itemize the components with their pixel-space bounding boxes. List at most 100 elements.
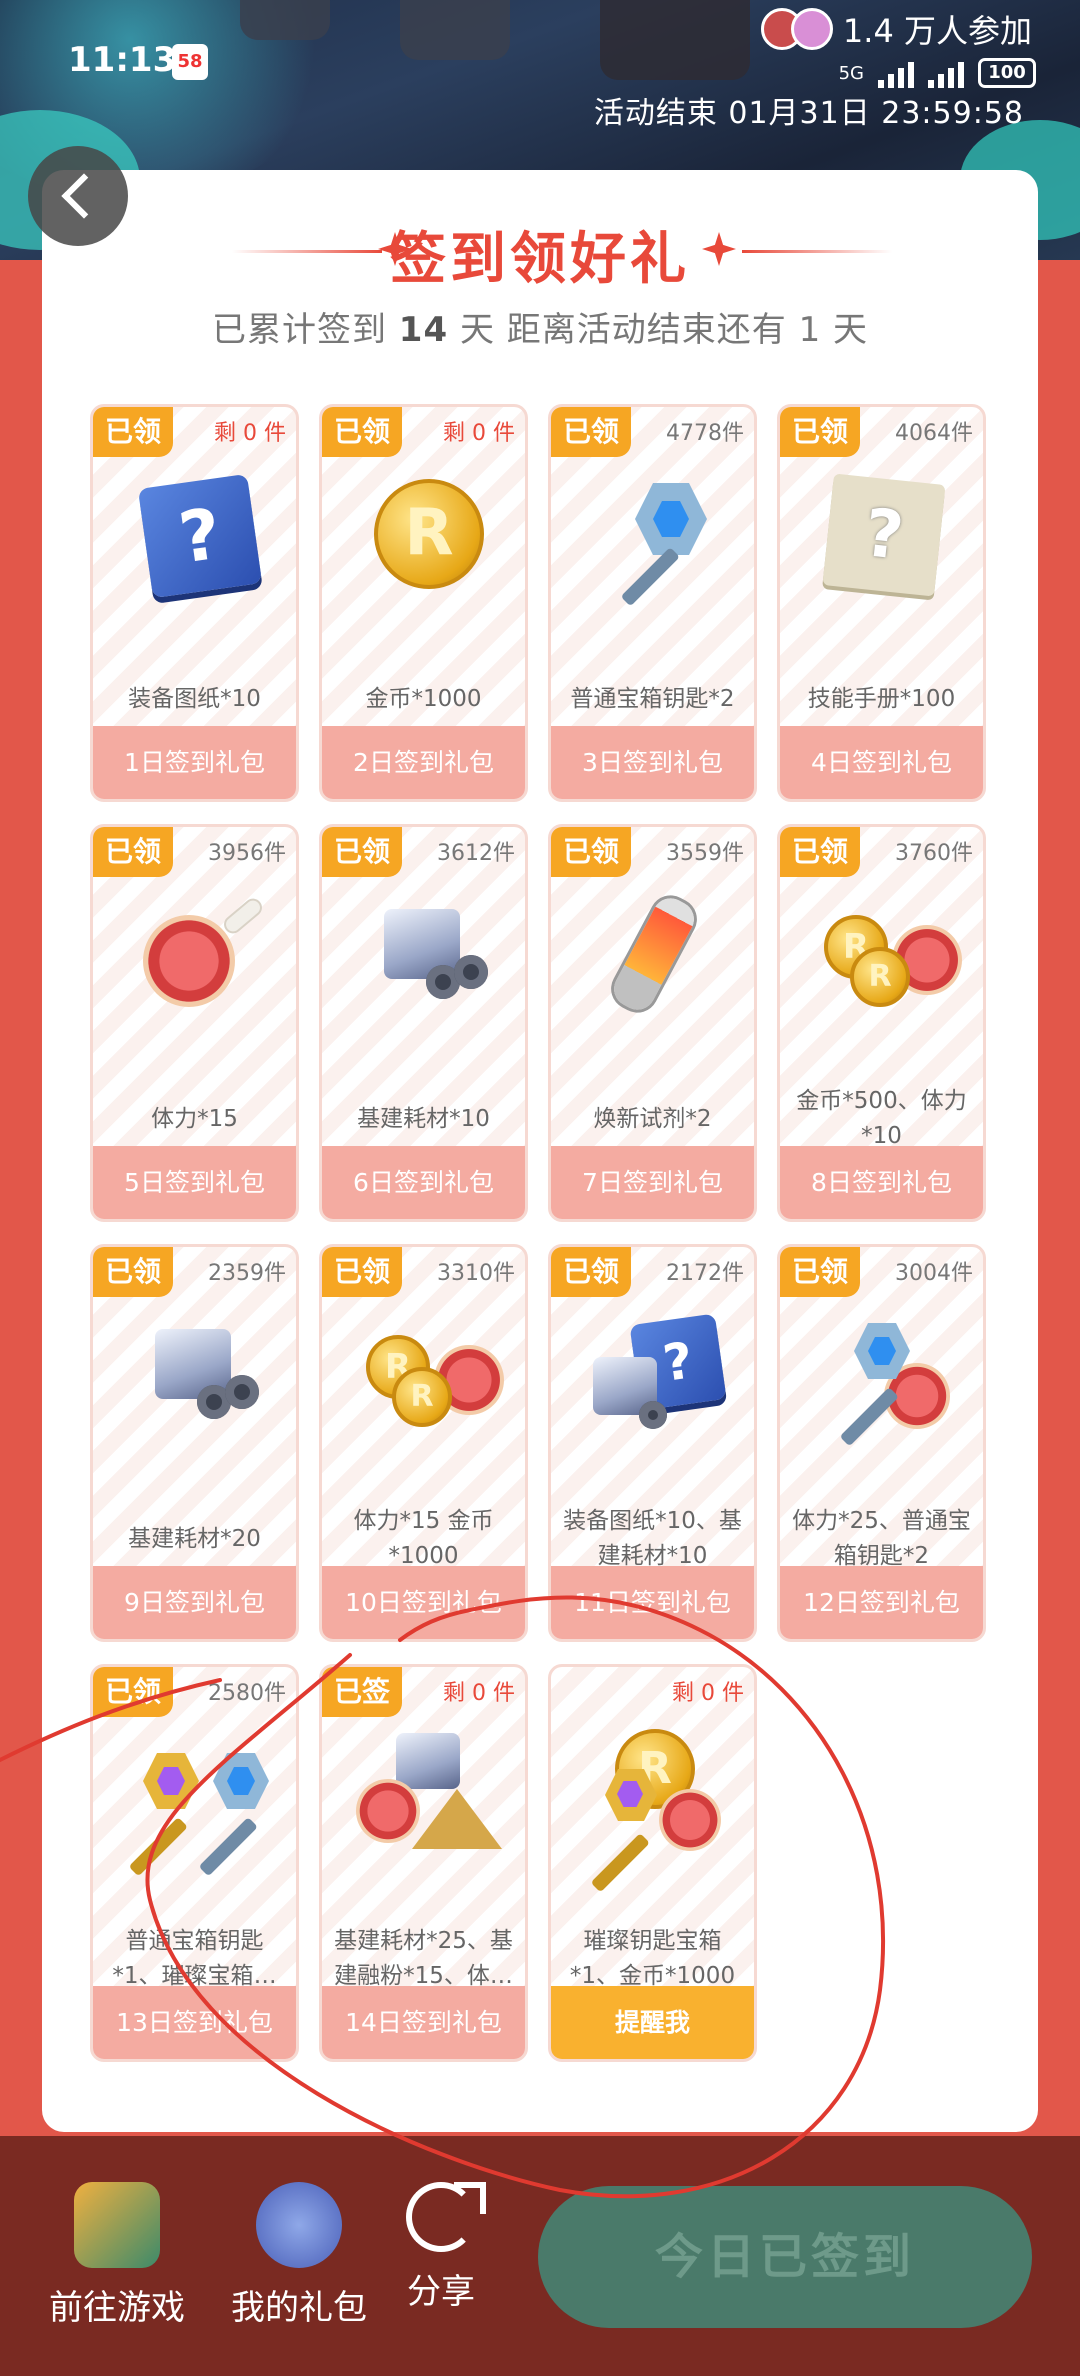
- avatar: [790, 8, 833, 50]
- reward-icon-area: RR: [356, 1309, 504, 1439]
- reward-tile[interactable]: 已领 3612件 基建耗材*10 6日签到礼包: [319, 824, 528, 1222]
- claim-status-badge: 已领: [322, 827, 402, 877]
- days-left-count: 1: [798, 310, 822, 350]
- gift-pack-label: 8日签到礼包: [780, 1146, 983, 1219]
- game-icon: [74, 2182, 160, 2268]
- page-title: 签到领好礼: [390, 227, 690, 292]
- claim-status-badge: 已领: [93, 1667, 173, 1717]
- participant-avatars: [760, 8, 833, 50]
- reward-icon-area: ?: [814, 469, 954, 599]
- stock-count: 3956件: [208, 841, 286, 866]
- claim-status-badge: 已领: [780, 407, 860, 457]
- my-gifts-button[interactable]: 我的礼包: [214, 2182, 384, 2329]
- stock-count: 2580件: [208, 1681, 286, 1706]
- gift-pack-label: 3日签到礼包: [551, 726, 754, 799]
- claim-status-badge: 已签: [322, 1667, 402, 1717]
- blueprint-icon: ?: [137, 473, 263, 599]
- claim-status-badge: 已领: [551, 827, 631, 877]
- gift-pack-label: 13日签到礼包: [93, 1986, 296, 2059]
- bottom-action-bar: 前往游戏 我的礼包 分享 今日已签到: [0, 2136, 1080, 2376]
- gold-coin-icon: R: [374, 479, 484, 589]
- battery-icon: 100: [978, 58, 1036, 88]
- character-art: [600, 0, 750, 80]
- stock-count: 4064件: [895, 421, 973, 446]
- event-end-countdown: 活动结束 01月31日 23:59:58: [593, 96, 1024, 131]
- reward-icon-area: [585, 889, 725, 1019]
- stock-count: 剩 0 件: [672, 1681, 744, 1706]
- reward-icon-area: ?: [127, 469, 267, 599]
- signal-icon: [928, 58, 964, 88]
- reward-tile[interactable]: 已领 3559件 焕新试剂*2 7日签到礼包: [548, 824, 757, 1222]
- checkin-card: 签到领好礼 已累计签到 14 天 距离活动结束还有 1 天 已领剩 0 件? 装备…: [42, 170, 1038, 2132]
- participants-text: 1.4 万人参加: [842, 12, 1032, 50]
- participants-count: 1.4 万人参加: [760, 6, 1032, 52]
- back-button[interactable]: [28, 146, 128, 246]
- stock-count: 3559件: [666, 841, 744, 866]
- gift-pack-label: 10日签到礼包: [322, 1566, 525, 1639]
- share-button[interactable]: 分享: [398, 2182, 486, 2313]
- character-art: [240, 0, 330, 40]
- reward-icon-area: [127, 1729, 269, 1877]
- reward-tile[interactable]: 已领 3310件 R R 体力*15 金币*1000 10日签到礼包: [319, 1244, 528, 1642]
- gift-pack-label: 4日签到礼包: [780, 726, 983, 799]
- claim-status-badge: 已领: [780, 827, 860, 877]
- claim-status-badge: 已领: [551, 1247, 631, 1297]
- checkin-summary: 已累计签到 14 天 距离活动结束还有 1 天: [211, 310, 869, 350]
- notification-app-icon: 58: [172, 44, 208, 80]
- gift-pack-label: 11日签到礼包: [551, 1566, 754, 1639]
- stock-count: 3004件: [895, 1261, 973, 1286]
- stock-count: 剩 0 件: [443, 1681, 515, 1706]
- reward-icon-area: [814, 1309, 954, 1447]
- gift-robot-icon: [256, 2182, 342, 2268]
- gift-pack-label: 7日签到礼包: [551, 1146, 754, 1219]
- stock-count: 4778件: [666, 421, 744, 446]
- reward-tile[interactable]: 已领2580件普通宝箱钥匙*1、璀璨宝箱钥匙*113日签到礼包: [90, 1664, 299, 2062]
- reward-tile[interactable]: 已领剩 0 件? 装备图纸*10 1日签到礼包: [90, 404, 299, 802]
- reward-icon-area: [356, 1729, 502, 1859]
- claim-status-badge: 已领: [322, 1247, 402, 1297]
- reward-tile[interactable]: 已领 3956件 体力*15 5日签到礼包: [90, 824, 299, 1222]
- stock-count: 剩 0 件: [214, 421, 286, 446]
- reward-tile[interactable]: 已领 4778件 普通宝箱钥匙*2 3日签到礼包: [548, 404, 757, 802]
- reward-tile[interactable]: 已领 3004件 体力*25、普通宝箱钥匙*2 12日签到礼包: [777, 1244, 986, 1642]
- reward-tile[interactable]: 已领 2359件 基建耗材*20 9日签到礼包: [90, 1244, 299, 1642]
- character-art: [400, 0, 510, 60]
- reagent-vial-icon: [607, 892, 701, 1016]
- claim-status-badge: 已领: [780, 1247, 860, 1297]
- stock-count: 3760件: [895, 841, 973, 866]
- reward-tile[interactable]: 已领剩 0 件 R 金币*1000 2日签到礼包: [319, 404, 528, 802]
- reward-tile[interactable]: 已领 4064件? 技能手册*100 4日签到礼包: [777, 404, 986, 802]
- gift-pack-label: 2日签到礼包: [322, 726, 525, 799]
- claim-status-badge: 已领: [93, 827, 173, 877]
- stock-count: 3612件: [437, 841, 515, 866]
- stock-count: 3310件: [437, 1261, 515, 1286]
- my-gifts-label: 我的礼包: [231, 2288, 367, 2328]
- gift-pack-label: 14日签到礼包: [322, 1986, 525, 2059]
- stock-count: 2172件: [666, 1261, 744, 1286]
- reward-tile[interactable]: 已领 2172件? 装备图纸*10、基建耗材*10 11日签到礼包: [548, 1244, 757, 1642]
- gift-pack-label: 5日签到礼包: [93, 1146, 296, 1219]
- go-to-game-label: 前往游戏: [49, 2288, 185, 2328]
- title-decoration: [742, 250, 892, 253]
- signed-days-count: 14: [398, 310, 449, 350]
- claim-status-badge: 已领: [93, 1247, 173, 1297]
- status-time: 11:13: [68, 40, 177, 80]
- reward-icon-area: R: [585, 1729, 725, 1893]
- go-to-game-button[interactable]: 前往游戏: [32, 2182, 202, 2329]
- reward-icon-area: [585, 469, 725, 607]
- reward-grid: 已领剩 0 件? 装备图纸*10 1日签到礼包 已领剩 0 件 R 金币*1000 2日签到…: [90, 404, 992, 2062]
- claim-status-badge: 已领: [551, 407, 631, 457]
- reward-tile[interactable]: 已领 3760件 R R 金币*500、体力*10 8日签到礼包: [777, 824, 986, 1222]
- gift-pack-label: 6日签到礼包: [322, 1146, 525, 1219]
- claim-status-badge: 已领: [93, 407, 173, 457]
- reward-tile[interactable]: 剩 0 件 R 璀璨钥匙宝箱*1、金币*1000 提醒我: [548, 1664, 757, 2062]
- signal-icon: [878, 58, 914, 88]
- signed-today-button[interactable]: 今日已签到: [538, 2186, 1032, 2328]
- share-label: 分享: [407, 2272, 475, 2312]
- network-type: 5G: [838, 62, 864, 84]
- reward-icon-area: ?: [585, 1309, 727, 1439]
- remind-me-button[interactable]: 提醒我: [551, 1986, 754, 2059]
- share-icon: [406, 2182, 486, 2252]
- reward-icon-area: [356, 889, 496, 1019]
- reward-tile[interactable]: 已签剩 0 件基建耗材*25、基建融粉*15、体力*1014日签到礼包: [319, 1664, 528, 2062]
